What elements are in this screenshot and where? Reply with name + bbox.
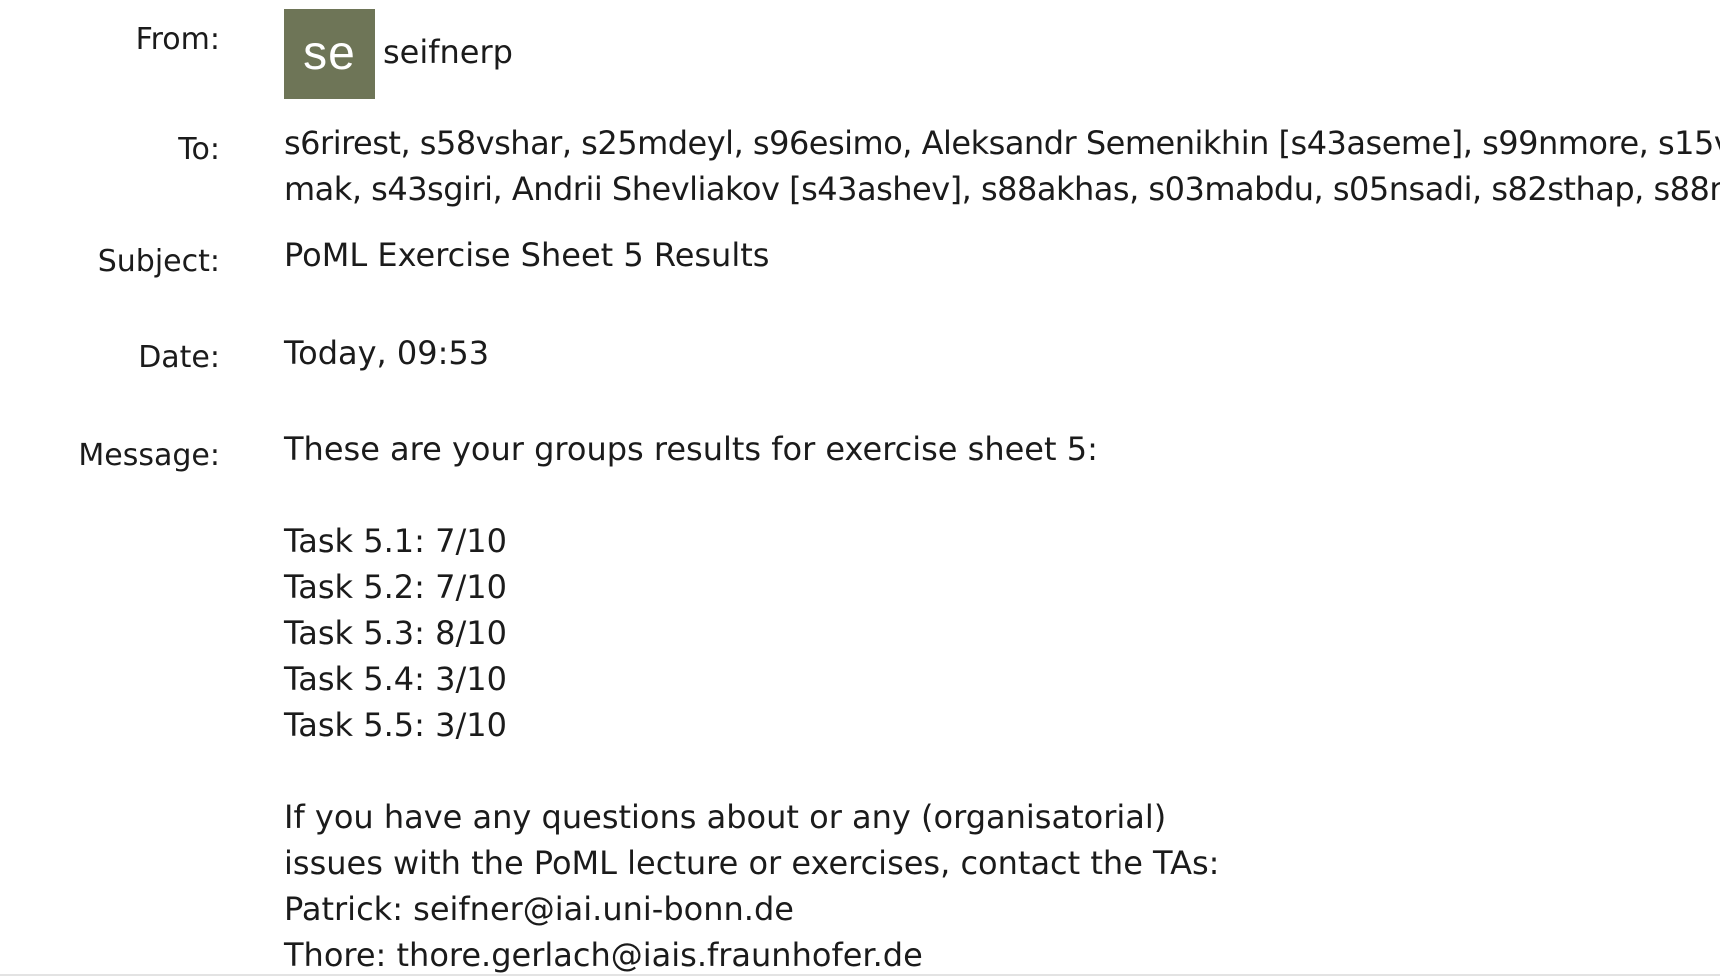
- date-text: Today, 09:53: [284, 334, 490, 372]
- recipients-line: mak, s43sgiri, Andrii Shevliakov [s43ash…: [284, 166, 1720, 212]
- message-body: These are your groups results for exerci…: [284, 426, 1219, 978]
- to-label: To:: [178, 132, 220, 167]
- sender-name[interactable]: seifnerp: [383, 30, 513, 74]
- subject-label: Subject:: [97, 244, 220, 279]
- date-label: Date:: [138, 340, 220, 375]
- task-score: Task 5.4: 3/10: [284, 660, 507, 698]
- recipients-list[interactable]: s6rirest, s58vshar, s25mdeyl, s96esimo, …: [284, 120, 1720, 212]
- subject-text: PoML Exercise Sheet 5 Results: [284, 236, 770, 274]
- task-score: Task 5.1: 7/10: [284, 522, 507, 560]
- from-label: From:: [135, 22, 220, 57]
- recipients-text: mak, s43sgiri, Andrii Shevliakov [s43ash…: [284, 170, 1720, 208]
- task-score: Task 5.2: 7/10: [284, 568, 507, 606]
- recipients-text: s6rirest, s58vshar, s25mdeyl, s96esimo, …: [284, 124, 1720, 162]
- contact-thore[interactable]: Thore: thore.gerlach@iais.fraunhofer.de: [284, 932, 1219, 978]
- task-score: Task 5.5: 3/10: [284, 706, 507, 744]
- message-closing-line: If you have any questions about or any (…: [284, 798, 1167, 836]
- bottom-divider: [0, 974, 1720, 976]
- message-label: Message:: [78, 438, 220, 473]
- sender-avatar[interactable]: se: [284, 9, 375, 99]
- message-spacer: [284, 748, 1219, 794]
- message-spacer: [284, 472, 1219, 518]
- contact-patrick[interactable]: Patrick: seifner@iai.uni-bonn.de: [284, 886, 1219, 932]
- message-closing-line: issues with the PoML lecture or exercise…: [284, 844, 1220, 882]
- message-intro: These are your groups results for exerci…: [284, 430, 1098, 468]
- task-score: Task 5.3: 8/10: [284, 614, 507, 652]
- recipients-line: s6rirest, s58vshar, s25mdeyl, s96esimo, …: [284, 120, 1720, 166]
